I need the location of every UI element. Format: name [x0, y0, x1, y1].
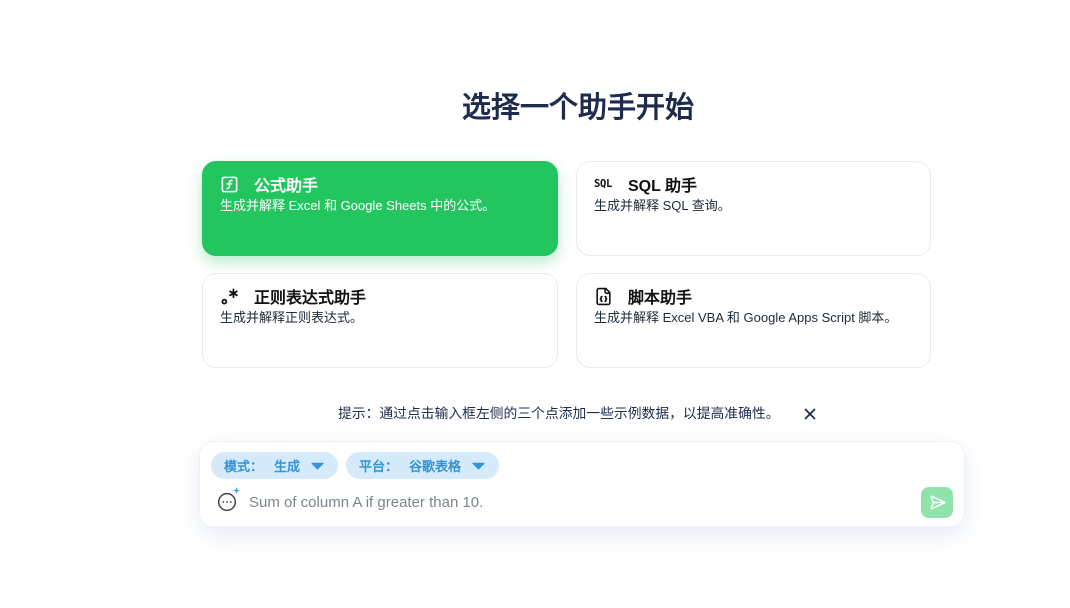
regex-icon [220, 286, 244, 306]
card-description: 生成并解释 Excel VBA 和 Google Apps Script 脚本。 [594, 310, 898, 325]
card-title: 公式助手 [254, 178, 319, 195]
card-description: 生成并解释 SQL 查询。 [594, 198, 731, 213]
assistant-card-sql[interactable]: SQL SQL 助手 生成并解释 SQL 查询。 [576, 161, 931, 256]
card-header: 公式助手 [220, 174, 541, 195]
card-header: SQL SQL 助手 [594, 174, 914, 195]
tip-message: 提示：通过点击输入框左侧的三个点添加一些示例数据，以提高准确性。 [338, 406, 780, 421]
prompt-composer: 模式： 生成 平台： 谷歌表格 [199, 441, 965, 527]
page-title: 选择一个助手开始 [461, 92, 694, 124]
platform-dropdown[interactable]: 平台： 谷歌表格 [346, 452, 500, 479]
more-horizontal-circle-icon [217, 492, 237, 512]
assistant-card-script[interactable]: 脚本助手 生成并解释 Excel VBA 和 Google Apps Scrip… [576, 273, 931, 368]
platform-label: 平台： [359, 459, 399, 474]
sql-icon: SQL [594, 174, 618, 194]
card-description: 生成并解释正则表达式。 [220, 310, 364, 325]
assistant-card-regex[interactable]: 正则表达式助手 生成并解释正则表达式。 [202, 273, 558, 368]
mode-dropdown[interactable]: 模式： 生成 [211, 452, 339, 479]
close-icon[interactable] [803, 407, 817, 421]
send-button[interactable] [921, 487, 953, 518]
mode-label: 模式： [224, 459, 264, 474]
caret-down-icon [472, 462, 485, 470]
send-icon [929, 495, 945, 510]
card-header: 正则表达式助手 [220, 286, 541, 307]
sql-icon-text: SQL [594, 178, 613, 190]
mode-value: 生成 [274, 459, 301, 474]
platform-value: 谷歌表格 [409, 459, 462, 474]
card-description: 生成并解释 Excel 和 Google Sheets 中的公式。 [220, 198, 496, 213]
card-header: 脚本助手 [594, 286, 914, 307]
prompt-input[interactable] [249, 491, 909, 513]
add-examples-button[interactable] [217, 487, 240, 512]
caret-down-icon [311, 462, 324, 470]
assistant-card-formula[interactable]: 公式助手 生成并解释 Excel 和 Google Sheets 中的公式。 [202, 161, 558, 256]
card-title: 脚本助手 [628, 290, 693, 307]
card-title: 正则表达式助手 [254, 290, 367, 307]
sparkle-icon [233, 487, 240, 494]
square-function-icon [220, 174, 244, 194]
card-title: SQL 助手 [628, 178, 698, 195]
file-code-icon [594, 286, 618, 306]
assistant-picker-page: 选择一个助手开始 公式助手 生成并解释 Excel 和 Google Sheet… [0, 0, 1070, 608]
